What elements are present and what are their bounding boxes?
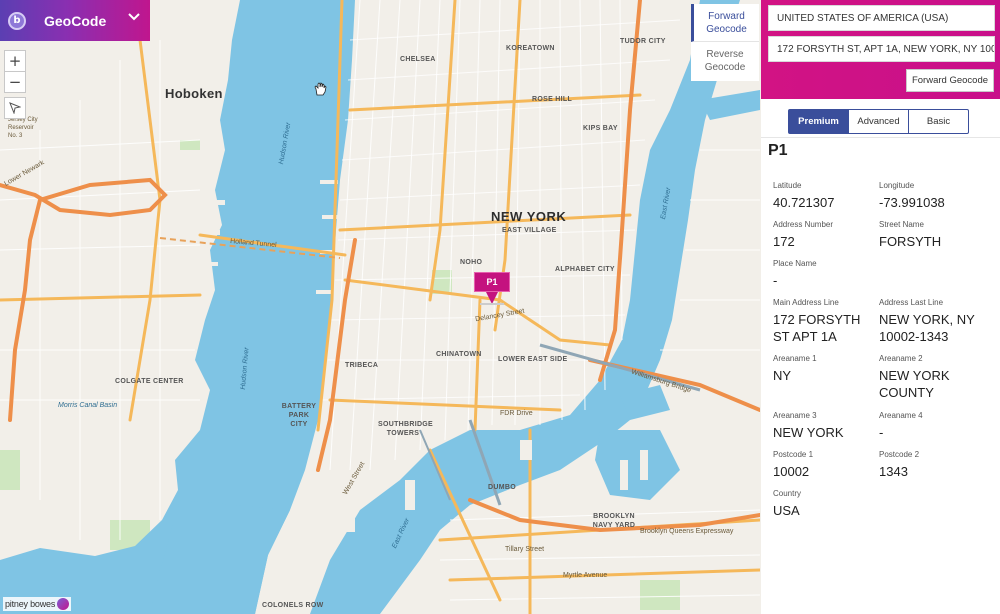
field-address-number: Address Number 172 — [773, 219, 878, 250]
forward-geocode-button[interactable]: Forward Geocode — [906, 69, 994, 92]
tab-advanced[interactable]: Advanced — [849, 110, 909, 133]
field-value: 1343 — [879, 464, 908, 479]
field-value: - — [879, 425, 884, 440]
address-field[interactable]: 172 FORSYTH ST, APT 1A, NEW YORK, NY 100… — [768, 36, 995, 62]
tab-reverse-geocode[interactable]: Reverse Geocode — [691, 42, 759, 80]
field-label: Latitude — [773, 181, 802, 190]
field-label: Areaname 2 — [879, 354, 923, 363]
results-panel: Premium Advanced Basic P1 Latitude 40.72… — [761, 99, 1000, 614]
field-areaname-4: Areaname 4 - — [879, 410, 984, 441]
field-value: 40.721307 — [773, 195, 835, 210]
field-label: Postcode 2 — [879, 450, 920, 459]
brand-mark-icon — [57, 598, 70, 610]
field-label: Place Name — [773, 259, 817, 268]
field-label: Country — [773, 489, 802, 498]
map-base-layer — [0, 0, 760, 614]
field-label: Areaname 1 — [773, 354, 817, 363]
field-value: - — [773, 273, 778, 288]
field-label: Postcode 1 — [773, 450, 814, 459]
field-areaname-3: Areaname 3 NEW YORK — [773, 410, 878, 441]
locate-button[interactable] — [4, 97, 26, 119]
field-street-name: Street Name FORSYTH — [879, 219, 984, 250]
parks — [0, 140, 680, 610]
app-logo-glyph: b — [13, 15, 21, 26]
field-label: Main Address Line — [773, 298, 839, 307]
field-label: Address Last Line — [879, 298, 944, 307]
field-latitude: Latitude 40.721307 — [773, 180, 878, 211]
field-main-address-line: Main Address Line 172 FORSYTH ST APT 1A — [773, 297, 878, 345]
tab-premium[interactable]: Premium — [789, 110, 849, 133]
field-value: NEW YORK COUNTY — [879, 368, 950, 400]
field-longitude: Longitude -73.991038 — [879, 180, 984, 211]
zoom-in-button[interactable]: + — [4, 50, 26, 72]
tab-forward-geocode[interactable]: Forward Geocode — [691, 4, 759, 42]
divider — [761, 137, 1000, 138]
tab-basic[interactable]: Basic — [909, 110, 968, 133]
country-field[interactable]: UNITED STATES OF AMERICA (USA) — [768, 5, 995, 31]
field-value: NEW YORK — [773, 425, 844, 440]
pin-pointer-icon — [480, 292, 504, 305]
tier-tabs: Premium Advanced Basic — [788, 109, 969, 134]
location-pin[interactable]: P1 — [474, 272, 510, 306]
app-name: GeoCode — [44, 12, 107, 29]
field-value: FORSYTH — [879, 234, 942, 249]
field-label: Areaname 3 — [773, 411, 817, 420]
field-value: 172 — [773, 234, 795, 249]
brand-text: pitney bowes — [5, 599, 56, 609]
field-areaname-2: Areaname 2 NEW YORK COUNTY — [879, 353, 984, 401]
input-panel: UNITED STATES OF AMERICA (USA) 172 FORSY… — [761, 0, 1000, 99]
result-title: P1 — [768, 142, 788, 159]
pin-label: P1 — [474, 272, 510, 292]
brand-logo: pitney bowes — [3, 597, 72, 611]
field-postcode-1: Postcode 1 10002 — [773, 449, 878, 480]
field-address-last-line: Address Last Line NEW YORK, NY 10002-134… — [879, 297, 984, 345]
field-value: USA — [773, 503, 800, 518]
field-postcode-2: Postcode 2 1343 — [879, 449, 984, 480]
app-logo-icon: b — [8, 11, 26, 30]
field-country: Country USA — [773, 488, 878, 519]
navigation-arrow-icon — [9, 102, 21, 114]
field-label: Areaname 4 — [879, 411, 923, 420]
zoom-out-button[interactable]: − — [4, 71, 26, 93]
mode-tabs: Forward Geocode Reverse Geocode — [691, 4, 759, 81]
field-label: Street Name — [879, 220, 924, 229]
chevron-down-icon[interactable] — [128, 12, 140, 22]
map-canvas[interactable]: Hoboken NEW YORK CHELSEA KOREATOWN TUDOR… — [0, 0, 760, 614]
hand-cursor-icon — [314, 82, 327, 96]
field-value: NY — [773, 368, 792, 383]
field-place-name: Place Name - — [773, 258, 878, 289]
field-label: Longitude — [879, 181, 915, 190]
field-value: 10002 — [773, 464, 810, 479]
app-header[interactable]: b GeoCode — [0, 0, 150, 41]
field-value: NEW YORK, NY 10002-1343 — [879, 312, 975, 344]
field-value: 172 FORSYTH ST APT 1A — [773, 312, 861, 344]
field-areaname-1: Areaname 1 NY — [773, 353, 878, 384]
field-value: -73.991038 — [879, 195, 945, 210]
field-label: Address Number — [773, 220, 834, 229]
